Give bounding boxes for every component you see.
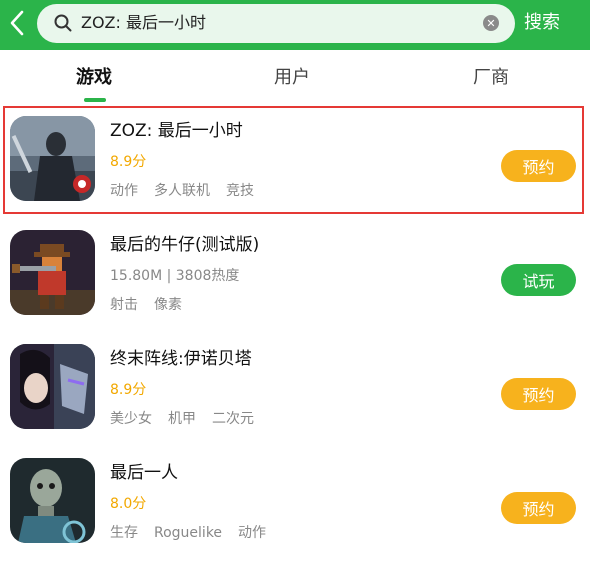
list-item[interactable]: 终末阵线:伊诺贝塔 8.9分 美少女 机甲 二次元 预约 [0,334,590,448]
game-rating: 8.9分 [110,154,147,170]
reserve-button[interactable]: 预约 [501,378,576,410]
search-button[interactable]: 搜索 [524,11,560,35]
tag: Roguelike [154,525,223,541]
tab-users[interactable]: 用户 [274,66,310,90]
tab-vendors[interactable]: 厂商 [473,66,509,90]
reserve-button[interactable]: 预约 [501,492,576,524]
search-query: ZOZ: 最后一小时 [81,13,206,32]
back-icon[interactable] [4,8,30,38]
game-rating: 8.0分 [110,496,147,512]
active-tab-indicator [84,98,106,102]
tag: 生存 [110,525,138,541]
game-title: 最后一人 [110,463,178,483]
game-tags: 射击 像素 [110,296,198,314]
game-rating: 8.9分 [110,382,147,398]
tag: 多人联机 [154,183,210,199]
game-icon [10,116,95,201]
search-icon [54,14,72,32]
game-title: ZOZ: 最后一小时 [110,121,243,141]
tag: 动作 [110,183,138,199]
tag: 竞技 [226,183,254,199]
game-icon [10,344,95,429]
clear-icon[interactable]: ✕ [483,15,499,31]
tag: 美少女 [110,411,152,427]
list-item[interactable]: 最后一人 8.0分 生存 Roguelike 动作 预约 [0,448,590,562]
game-tags: 美少女 机甲 二次元 [110,410,270,428]
game-stats: 15.80M | 3808热度 [110,268,240,284]
search-input[interactable]: ZOZ: 最后一小时 ✕ [37,4,515,43]
tag: 机甲 [168,411,196,427]
game-title: 终末阵线:伊诺贝塔 [110,349,252,369]
game-icon [10,230,95,315]
list-item[interactable]: 最后的牛仔(测试版) 15.80M | 3808热度 射击 像素 试玩 [0,220,590,334]
reserve-button[interactable]: 预约 [501,150,576,182]
game-tags: 生存 Roguelike 动作 [110,524,282,542]
tag: 像素 [154,297,182,313]
tag: 射击 [110,297,138,313]
tag: 二次元 [212,411,254,427]
game-tags: 动作 多人联机 竞技 [110,182,270,200]
game-title: 最后的牛仔(测试版) [110,235,260,255]
list-item[interactable]: ZOZ: 最后一小时 8.9分 动作 多人联机 竞技 预约 [0,106,590,220]
top-bar: ZOZ: 最后一小时 ✕ 搜索 [0,0,590,50]
try-play-button[interactable]: 试玩 [501,264,576,296]
tag: 动作 [238,525,267,541]
tab-games[interactable]: 游戏 [76,66,112,90]
game-icon [10,458,95,543]
result-tabs: 游戏 用户 厂商 [0,50,590,106]
